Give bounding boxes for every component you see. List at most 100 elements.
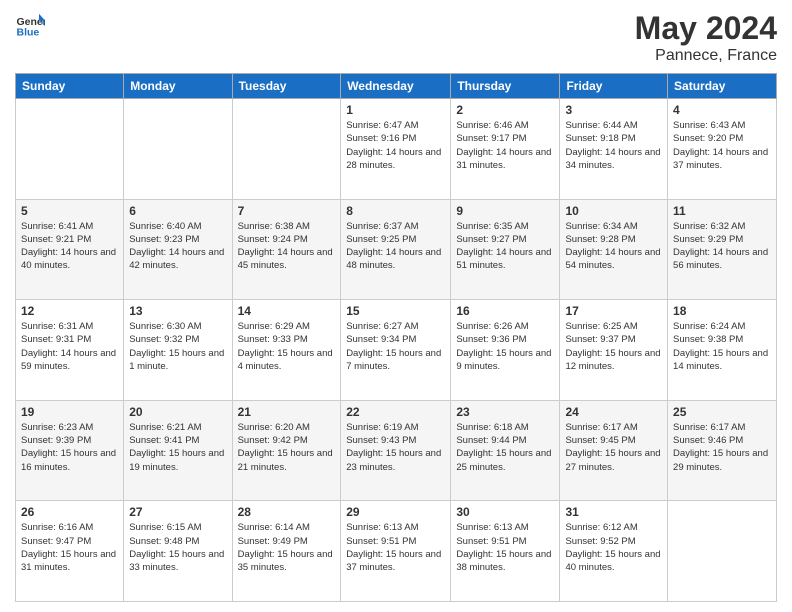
- day-info: Sunrise: 6:38 AM Sunset: 9:24 PM Dayligh…: [238, 220, 336, 273]
- day-info: Sunrise: 6:20 AM Sunset: 9:42 PM Dayligh…: [238, 421, 336, 474]
- month-title: May 2024: [635, 10, 777, 47]
- day-info: Sunrise: 6:32 AM Sunset: 9:29 PM Dayligh…: [673, 220, 771, 273]
- week-row-0: 1 Sunrise: 6:47 AM Sunset: 9:16 PM Daylig…: [16, 99, 777, 200]
- day-info: Sunrise: 6:43 AM Sunset: 9:20 PM Dayligh…: [673, 119, 771, 172]
- day-number: 18: [673, 304, 771, 318]
- calendar-cell: [232, 99, 341, 200]
- calendar-cell: 11 Sunrise: 6:32 AM Sunset: 9:29 PM Dayli…: [668, 199, 777, 300]
- day-info: Sunrise: 6:17 AM Sunset: 9:46 PM Dayligh…: [673, 421, 771, 474]
- calendar-header-row: Sunday Monday Tuesday Wednesday Thursday…: [16, 74, 777, 99]
- day-number: 12: [21, 304, 118, 318]
- col-thursday: Thursday: [451, 74, 560, 99]
- day-number: 15: [346, 304, 445, 318]
- calendar-cell: 15 Sunrise: 6:27 AM Sunset: 9:34 PM Dayli…: [341, 300, 451, 401]
- day-number: 11: [673, 204, 771, 218]
- calendar: Sunday Monday Tuesday Wednesday Thursday…: [15, 73, 777, 602]
- col-wednesday: Wednesday: [341, 74, 451, 99]
- calendar-cell: 10 Sunrise: 6:34 AM Sunset: 9:28 PM Dayli…: [560, 199, 668, 300]
- day-number: 16: [456, 304, 554, 318]
- day-number: 9: [456, 204, 554, 218]
- calendar-cell: 12Sunrise: 6:31 AM Sunset: 9:31 PM Dayli…: [16, 300, 124, 401]
- page: General Blue May 2024 Pannece, France Su…: [0, 0, 792, 612]
- day-number: 20: [129, 405, 226, 419]
- day-info: Sunrise: 6:30 AM Sunset: 9:32 PM Dayligh…: [129, 320, 226, 373]
- day-info: Sunrise: 6:21 AM Sunset: 9:41 PM Dayligh…: [129, 421, 226, 474]
- calendar-cell: 4 Sunrise: 6:43 AM Sunset: 9:20 PM Daylig…: [668, 99, 777, 200]
- calendar-cell: 24 Sunrise: 6:17 AM Sunset: 9:45 PM Dayli…: [560, 400, 668, 501]
- day-info: Sunrise: 6:19 AM Sunset: 9:43 PM Dayligh…: [346, 421, 445, 474]
- calendar-cell: 16 Sunrise: 6:26 AM Sunset: 9:36 PM Dayli…: [451, 300, 560, 401]
- day-info: Sunrise: 6:17 AM Sunset: 9:45 PM Dayligh…: [565, 421, 662, 474]
- week-row-4: 26 Sunrise: 6:16 AM Sunset: 9:47 PM Dayli…: [16, 501, 777, 602]
- day-info: Sunrise: 6:27 AM Sunset: 9:34 PM Dayligh…: [346, 320, 445, 373]
- day-number: 10: [565, 204, 662, 218]
- calendar-cell: 1 Sunrise: 6:47 AM Sunset: 9:16 PM Daylig…: [341, 99, 451, 200]
- calendar-cell: 28 Sunrise: 6:14 AM Sunset: 9:49 PM Dayli…: [232, 501, 341, 602]
- col-friday: Friday: [560, 74, 668, 99]
- day-info: Sunrise: 6:25 AM Sunset: 9:37 PM Dayligh…: [565, 320, 662, 373]
- calendar-cell: 22Sunrise: 6:19 AM Sunset: 9:43 PM Dayli…: [341, 400, 451, 501]
- calendar-cell: 5 Sunrise: 6:41 AM Sunset: 9:21 PM Daylig…: [16, 199, 124, 300]
- calendar-cell: 2 Sunrise: 6:46 AM Sunset: 9:17 PM Daylig…: [451, 99, 560, 200]
- day-number: 30: [456, 505, 554, 519]
- calendar-cell: [124, 99, 232, 200]
- day-info: Sunrise: 6:12 AM Sunset: 9:52 PM Dayligh…: [565, 521, 662, 574]
- day-info: Sunrise: 6:40 AM Sunset: 9:23 PM Dayligh…: [129, 220, 226, 273]
- day-info: Sunrise: 6:24 AM Sunset: 9:38 PM Dayligh…: [673, 320, 771, 373]
- calendar-cell: 19Sunrise: 6:23 AM Sunset: 9:39 PM Dayli…: [16, 400, 124, 501]
- week-row-1: 5 Sunrise: 6:41 AM Sunset: 9:21 PM Daylig…: [16, 199, 777, 300]
- calendar-cell: 3 Sunrise: 6:44 AM Sunset: 9:18 PM Daylig…: [560, 99, 668, 200]
- day-info: Sunrise: 6:47 AM Sunset: 9:16 PM Dayligh…: [346, 119, 445, 172]
- calendar-cell: 31 Sunrise: 6:12 AM Sunset: 9:52 PM Dayli…: [560, 501, 668, 602]
- calendar-cell: 27 Sunrise: 6:15 AM Sunset: 9:48 PM Dayli…: [124, 501, 232, 602]
- day-info: Sunrise: 6:26 AM Sunset: 9:36 PM Dayligh…: [456, 320, 554, 373]
- calendar-cell: 9 Sunrise: 6:35 AM Sunset: 9:27 PM Daylig…: [451, 199, 560, 300]
- logo: General Blue: [15, 10, 45, 40]
- calendar-cell: 21 Sunrise: 6:20 AM Sunset: 9:42 PM Dayli…: [232, 400, 341, 501]
- header: General Blue May 2024 Pannece, France: [15, 10, 777, 65]
- calendar-cell: 25Sunrise: 6:17 AM Sunset: 9:46 PM Dayli…: [668, 400, 777, 501]
- day-number: 5: [21, 204, 118, 218]
- day-number: 28: [238, 505, 336, 519]
- day-info: Sunrise: 6:44 AM Sunset: 9:18 PM Dayligh…: [565, 119, 662, 172]
- day-info: Sunrise: 6:13 AM Sunset: 9:51 PM Dayligh…: [456, 521, 554, 574]
- day-number: 1: [346, 103, 445, 117]
- day-info: Sunrise: 6:41 AM Sunset: 9:21 PM Dayligh…: [21, 220, 118, 273]
- day-info: Sunrise: 6:13 AM Sunset: 9:51 PM Dayligh…: [346, 521, 445, 574]
- day-info: Sunrise: 6:15 AM Sunset: 9:48 PM Dayligh…: [129, 521, 226, 574]
- day-number: 24: [565, 405, 662, 419]
- col-saturday: Saturday: [668, 74, 777, 99]
- calendar-cell: 29 Sunrise: 6:13 AM Sunset: 9:51 PM Dayli…: [341, 501, 451, 602]
- calendar-cell: [16, 99, 124, 200]
- day-number: 29: [346, 505, 445, 519]
- day-number: 6: [129, 204, 226, 218]
- day-number: 4: [673, 103, 771, 117]
- logo-icon: General Blue: [15, 10, 45, 40]
- day-info: Sunrise: 6:46 AM Sunset: 9:17 PM Dayligh…: [456, 119, 554, 172]
- day-info: Sunrise: 6:34 AM Sunset: 9:28 PM Dayligh…: [565, 220, 662, 273]
- day-number: 8: [346, 204, 445, 218]
- calendar-cell: 26 Sunrise: 6:16 AM Sunset: 9:47 PM Dayli…: [16, 501, 124, 602]
- calendar-cell: 7Sunrise: 6:38 AM Sunset: 9:24 PM Daylig…: [232, 199, 341, 300]
- title-block: May 2024 Pannece, France: [635, 10, 777, 65]
- day-number: 21: [238, 405, 336, 419]
- col-tuesday: Tuesday: [232, 74, 341, 99]
- calendar-cell: 13Sunrise: 6:30 AM Sunset: 9:32 PM Dayli…: [124, 300, 232, 401]
- day-number: 31: [565, 505, 662, 519]
- day-info: Sunrise: 6:23 AM Sunset: 9:39 PM Dayligh…: [21, 421, 118, 474]
- day-number: 26: [21, 505, 118, 519]
- calendar-cell: 30 Sunrise: 6:13 AM Sunset: 9:51 PM Dayli…: [451, 501, 560, 602]
- day-info: Sunrise: 6:18 AM Sunset: 9:44 PM Dayligh…: [456, 421, 554, 474]
- day-info: Sunrise: 6:16 AM Sunset: 9:47 PM Dayligh…: [21, 521, 118, 574]
- day-info: Sunrise: 6:35 AM Sunset: 9:27 PM Dayligh…: [456, 220, 554, 273]
- week-row-2: 12Sunrise: 6:31 AM Sunset: 9:31 PM Dayli…: [16, 300, 777, 401]
- location: Pannece, France: [635, 47, 777, 65]
- day-number: 27: [129, 505, 226, 519]
- day-number: 2: [456, 103, 554, 117]
- day-number: 3: [565, 103, 662, 117]
- day-info: Sunrise: 6:14 AM Sunset: 9:49 PM Dayligh…: [238, 521, 336, 574]
- calendar-cell: 23Sunrise: 6:18 AM Sunset: 9:44 PM Dayli…: [451, 400, 560, 501]
- calendar-cell: 17Sunrise: 6:25 AM Sunset: 9:37 PM Dayli…: [560, 300, 668, 401]
- calendar-cell: 18 Sunrise: 6:24 AM Sunset: 9:38 PM Dayli…: [668, 300, 777, 401]
- calendar-cell: 14Sunrise: 6:29 AM Sunset: 9:33 PM Dayli…: [232, 300, 341, 401]
